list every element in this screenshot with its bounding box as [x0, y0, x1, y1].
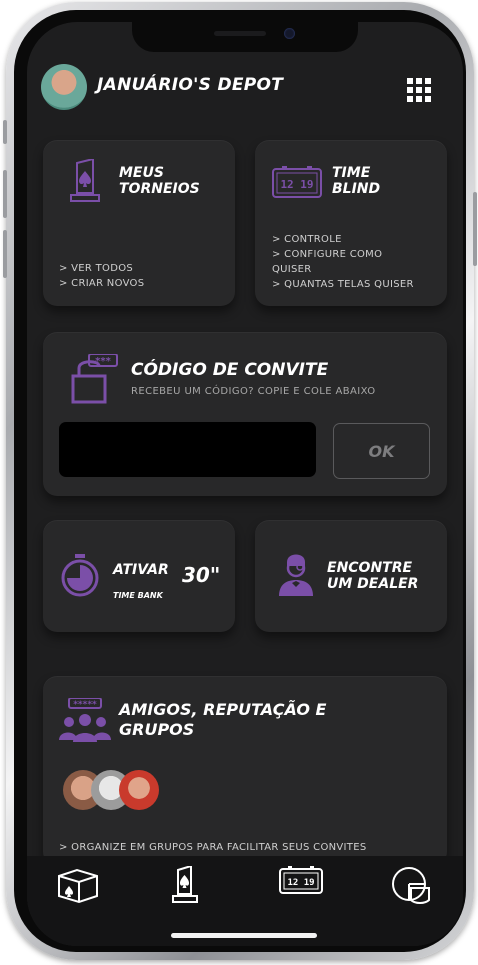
invite-code-input[interactable] — [59, 422, 316, 477]
time-bank-title: ATIVAR — [113, 562, 169, 578]
dealer-title: ENCONTRE UM DEALER — [327, 560, 419, 592]
digital-clock-icon: 12 19 — [279, 866, 323, 896]
link-ver-todos[interactable]: > VER TODOS — [59, 261, 144, 276]
invite-title: CÓDIGO DE CONVITE — [131, 360, 329, 380]
grid-menu-icon[interactable] — [407, 78, 431, 102]
tab-time-blind[interactable]: 12 19 — [279, 866, 323, 906]
app-screen: JANUÁRIO'S DEPOT MEUS TORNEIOS > VER TOD… — [27, 22, 463, 946]
notch — [132, 22, 358, 52]
digital-clock-icon: 12 19 — [272, 166, 322, 200]
friends-title: AMIGOS, REPUTAÇÃO E GRUPOS — [119, 700, 327, 739]
svg-text:12 19: 12 19 — [287, 878, 314, 888]
tournaments-links: > VER TODOS > CRIAR NOVOS — [59, 261, 144, 291]
card-box-icon — [57, 866, 101, 904]
friends-link[interactable]: > ORGANIZE EM GRUPOS PARA FACILITAR SEUS… — [59, 840, 366, 855]
stopwatch-icon — [59, 554, 101, 598]
mute-switch — [3, 120, 7, 144]
volume-up-button — [3, 170, 7, 218]
home-indicator[interactable] — [171, 933, 317, 938]
time-blind-title: TIME BLIND — [332, 165, 381, 197]
phone-frame: JANUÁRIO'S DEPOT MEUS TORNEIOS > VER TOD… — [3, 2, 477, 960]
svg-text:*****: ***** — [73, 700, 97, 710]
link-criar-novos[interactable]: > CRIAR NOVOS — [59, 276, 144, 291]
chips-icon — [389, 866, 433, 906]
svg-text:***: *** — [95, 356, 111, 367]
link-quantas-telas[interactable]: > QUANTAS TELAS QUISER — [272, 277, 414, 292]
front-camera — [284, 28, 295, 39]
ok-button[interactable]: OK — [333, 423, 430, 479]
padlock-icon: *** — [71, 354, 119, 404]
time-blind-links: > CONTROLE > CONFIGURE COMO QUISER > QUA… — [272, 232, 414, 292]
time-bank-subtitle: TIME BANK — [113, 591, 163, 600]
group-icon: ***** — [59, 698, 111, 742]
time-bank-seconds: 30" — [182, 563, 221, 587]
speaker — [214, 31, 266, 36]
tab-cards[interactable] — [57, 866, 101, 906]
invite-subtitle: RECEBEU UM CÓDIGO? COPIE E COLE ABAIXO — [131, 386, 376, 397]
volume-down-button — [3, 230, 7, 278]
friend-avatar[interactable] — [119, 770, 159, 810]
tournaments-title: MEUS TORNEIOS — [119, 165, 200, 197]
tab-chips[interactable] — [389, 866, 433, 906]
tab-tournaments[interactable] — [169, 866, 213, 906]
link-controle[interactable]: > CONTROLE — [272, 232, 414, 247]
user-avatar[interactable] — [41, 64, 87, 110]
dealer-icon — [277, 550, 315, 598]
trophy-spade-icon — [67, 159, 103, 205]
svg-text:12 19: 12 19 — [280, 178, 313, 191]
trophy-spade-icon — [169, 866, 213, 904]
link-configure[interactable]: > CONFIGURE COMO — [272, 247, 414, 262]
page-title: JANUÁRIO'S DEPOT — [97, 75, 284, 95]
power-button — [473, 192, 477, 266]
link-configure-cont[interactable]: QUISER — [272, 262, 414, 277]
